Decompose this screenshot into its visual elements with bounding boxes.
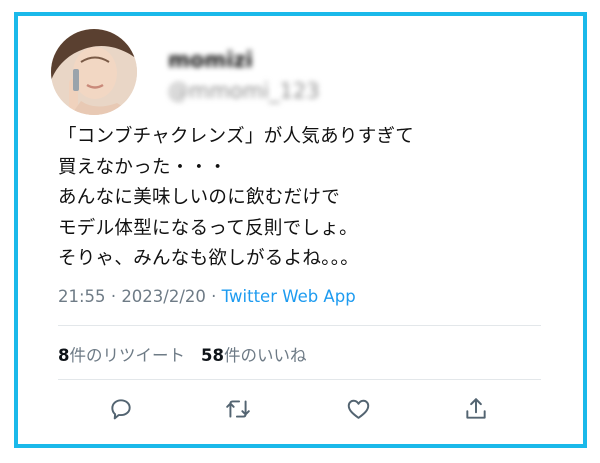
retweets-label: 件のリツイート [69,346,185,365]
like-button[interactable] [342,395,374,427]
retweets-stat[interactable]: 8件のリツイート [58,346,185,365]
heart-icon [345,396,372,426]
tweet-line: 「コンブチャクレンズ」が人気ありすぎて [58,126,415,147]
tweet-line: モデル体型になるって反則でしょ。 [58,217,358,239]
retweets-count: 8 [58,346,70,365]
tweet-line: あんなに美味しいのに飲むだけで [58,187,341,208]
user-handle[interactable]: @mmomi_123 [168,79,320,103]
tweet-time[interactable]: 21:55 [58,287,106,306]
tweet-line: そりゃ、みんなも欲しがるよね。。。 [58,248,360,269]
tweet-date[interactable]: 2023/2/20 [121,287,206,306]
divider [58,379,541,380]
meta-separator: · [211,287,217,306]
retweet-icon [224,396,252,426]
tweet-text: 「コンブチャクレンズ」が人気ありすぎて 買えなかった・・・ あんなに美味しいのに… [58,122,558,275]
divider [58,325,541,326]
reply-button[interactable] [105,395,137,427]
reply-icon [108,396,134,426]
likes-count: 58 [200,346,224,365]
engagement-stats: 8件のリツイート 58件のいいね [58,342,306,366]
retweet-button[interactable] [222,395,254,427]
likes-stat[interactable]: 58件のいいね [201,346,306,365]
share-button[interactable] [460,395,492,427]
tweet-source-link[interactable]: Twitter Web App [222,287,356,306]
avatar[interactable] [51,29,137,115]
tweet-meta: 21:55 · 2023/2/20 · Twitter Web App [58,287,356,306]
share-icon [463,396,489,426]
tweet-line: 買えなかった・・・ [58,156,228,178]
display-name[interactable]: momizi [168,48,253,72]
meta-separator: · [110,287,117,306]
likes-label: 件のいいね [223,346,307,365]
